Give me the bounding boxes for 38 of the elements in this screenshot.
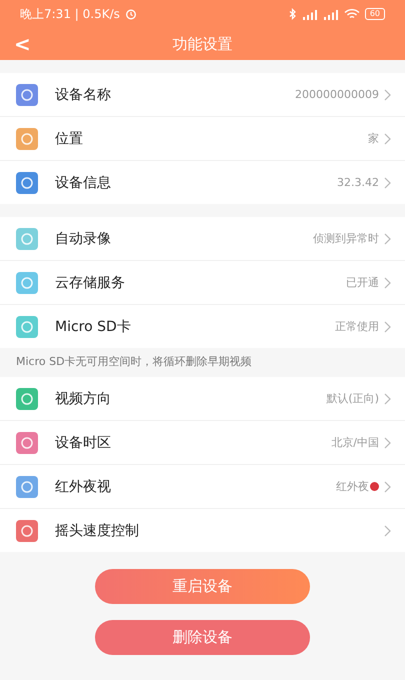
status-time: 晚上7:31 | 0.5K/s <box>20 6 120 22</box>
signal-icon <box>322 8 339 20</box>
setting-value: 家 <box>368 131 379 146</box>
setting-value: 正常使用 <box>335 319 379 334</box>
chevron-icon <box>384 88 391 100</box>
setting-value: 32.3.42 <box>337 176 379 189</box>
chevron-icon <box>384 436 391 448</box>
signal-icon <box>302 8 318 20</box>
setting-label[interactable]: 设备时区 <box>55 434 332 452</box>
wifi-icon <box>344 8 360 20</box>
chevron-icon <box>384 132 391 144</box>
setting-label[interactable]: 红外夜视 <box>55 478 336 496</box>
setting-value: 已开通 <box>346 275 379 290</box>
alarm-icon <box>124 8 137 20</box>
setting-value: 北京/中国 <box>331 435 379 450</box>
setting-label[interactable]: 自动录像 <box>55 230 313 248</box>
chevron-icon <box>384 524 391 536</box>
setting-value: 侦测到异常时 <box>313 231 379 246</box>
setting-label[interactable]: 摇头速度控制 <box>55 522 379 540</box>
footnote: Micro SD卡无可用空间时，将循环删除早期视频 <box>15 354 253 370</box>
chevron-icon <box>384 176 391 188</box>
chevron-icon <box>384 232 391 244</box>
chevron-icon <box>384 480 391 492</box>
setting-value: 200000000009 <box>295 88 379 101</box>
setting-label[interactable]: 设备名称 <box>55 86 296 104</box>
setting-label[interactable]: Micro SD卡 <box>55 318 335 336</box>
setting-value: 默认(正向) <box>326 391 379 406</box>
page-title: 功能设置 <box>172 34 232 54</box>
battery-level: 60 <box>364 8 385 20</box>
setting-value: 红外夜 <box>336 479 369 494</box>
setting-label[interactable]: 位置 <box>55 130 368 148</box>
chevron-icon <box>384 276 391 288</box>
setting-label[interactable]: 云存储服务 <box>55 274 346 292</box>
chevron-icon <box>384 392 391 404</box>
setting-label[interactable]: 视频方向 <box>55 390 326 408</box>
setting-label[interactable]: 设备信息 <box>55 174 337 192</box>
bluetooth-icon <box>288 8 297 20</box>
chevron-icon <box>384 320 391 332</box>
